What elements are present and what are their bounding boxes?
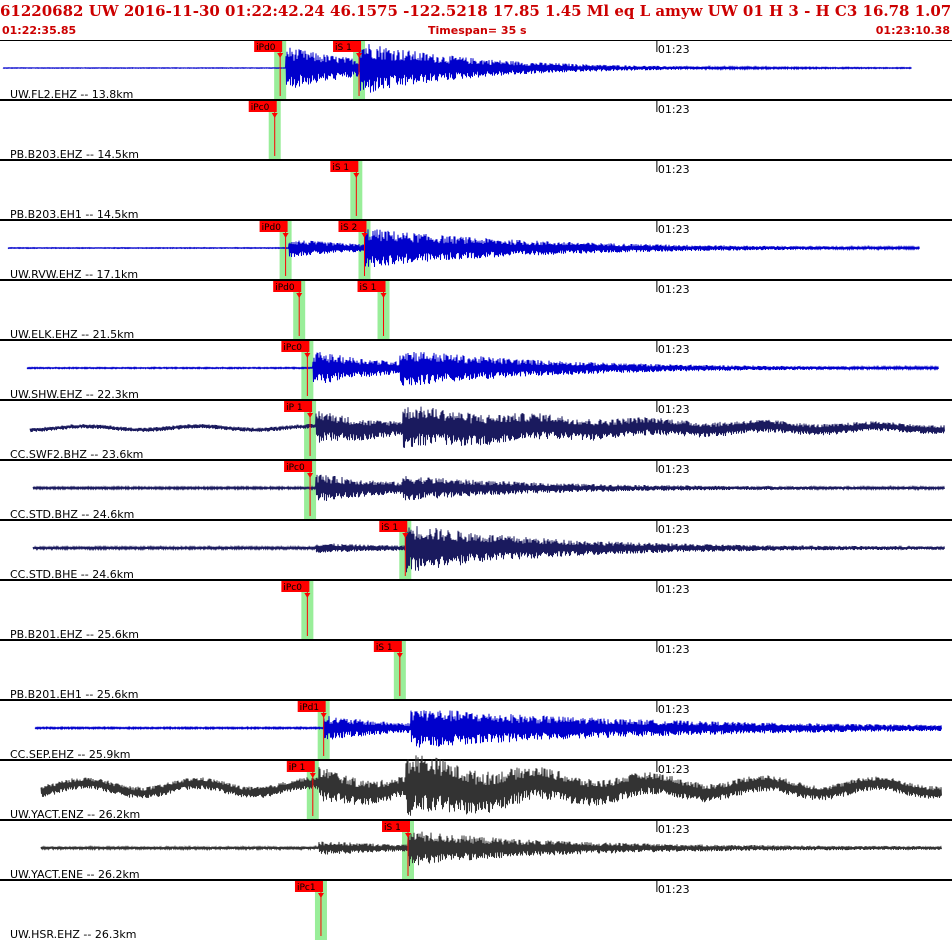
pick-label: iPc0 (251, 103, 270, 113)
station-row: 01:23iPc0CC.STD.BHZ -- 24.6km (0, 459, 952, 521)
pick-label: iPc1 (297, 883, 316, 893)
waveform-trace (26, 351, 939, 386)
waveform-trace (40, 831, 942, 867)
pick-label: iS 1 (384, 823, 401, 833)
time-tick-label: 01:23 (658, 703, 690, 716)
pick-label: iPd0 (262, 223, 282, 233)
time-tick-label: 01:23 (658, 763, 690, 776)
time-tick-label: 01:23 (658, 343, 690, 356)
pick-label: iS 1 (376, 643, 393, 653)
pick-label: iP 1 (289, 763, 306, 773)
waveform-trace (29, 406, 945, 448)
seismogram-panel: 01:23iPd0 iS 1UW.FL2.EHZ -- 13.8km01:23iP… (0, 40, 952, 940)
time-tick-label: 01:23 (658, 103, 690, 116)
pick-label: iS 1 (335, 43, 352, 53)
station-row: 01:23iPc0PB.B201.EHZ -- 25.6km (0, 579, 952, 641)
waveform-trace (7, 229, 920, 268)
station-label: UW.HSR.EHZ -- 26.3km (10, 928, 136, 940)
waveform-trace (32, 526, 945, 573)
start-time: 01:22:35.85 (2, 24, 77, 37)
station-row: 01:23iP 1CC.SWF2.BHZ -- 23.6km (0, 399, 952, 461)
station-row: 01:23iPd1CC.SEP.EHZ -- 25.9km (0, 699, 952, 761)
waveform-trace (32, 474, 945, 502)
station-row: 01:23iS 1CC.STD.BHE -- 24.6km (0, 519, 952, 581)
pick-label: iS 1 (360, 283, 377, 293)
end-time: 01:23:10.38 (875, 24, 950, 37)
pick-label: iPc0 (283, 583, 302, 593)
station-row: 01:23iS 1PB.B201.EH1 -- 25.6km (0, 639, 952, 701)
timespan: Timespan= 35 s (428, 24, 527, 37)
station-row: 01:23iS 1UW.YACT.ENE -- 26.2km (0, 819, 952, 881)
time-tick-label: 01:23 (658, 583, 690, 596)
station-row: 01:23iP 1UW.YACT.ENZ -- 26.2km (0, 755, 952, 821)
record-header: 61220682 UW 2016-11-30 01:22:42.24 46.15… (0, 0, 952, 40)
pick-label: iPd0 (275, 283, 295, 293)
pick-label: iPd1 (300, 703, 319, 713)
pick-label: iPd0 (256, 43, 276, 53)
time-tick-label: 01:23 (658, 823, 690, 836)
waveform-trace (2, 44, 912, 93)
pick-label: iS 1 (381, 523, 398, 533)
time-tick-label: 01:23 (658, 403, 690, 416)
station-row: 01:23iPc0PB.B203.EHZ -- 14.5km (0, 99, 952, 161)
pick-label: iPc0 (286, 463, 305, 473)
event-summary: 61220682 UW 2016-11-30 01:22:42.24 46.15… (0, 2, 952, 20)
time-tick-label: 01:23 (658, 43, 690, 56)
time-tick-label: 01:23 (658, 283, 690, 296)
time-tick-label: 01:23 (658, 523, 690, 536)
station-row: 01:23 iPc1 UW.HSR.EHZ -- 26.3km (0, 879, 952, 940)
time-tick-label: 01:23 (658, 163, 690, 176)
pick-label: iS 1 (332, 163, 349, 173)
station-row: 01:23iS 1PB.B203.EH1 -- 14.5km (0, 159, 952, 221)
station-row: 01:23iPd0 iS 2UW.RVW.EHZ -- 17.1km (0, 219, 952, 281)
station-row: 01:23iPd0 iS 1UW.FL2.EHZ -- 13.8km (0, 40, 952, 101)
waveform-trace (34, 710, 942, 748)
time-tick-label: 01:23 (658, 643, 690, 656)
pick-label: iPc0 (283, 343, 302, 353)
time-tick-label: 01:23 (658, 883, 690, 896)
waveform-trace (40, 755, 942, 816)
pick-label: iP 1 (286, 403, 303, 413)
time-range-bar: 01:22:35.85 Timespan= 35 s 01:23:10.38 (0, 24, 952, 40)
pick-label: iS 2 (340, 223, 357, 233)
station-row: 01:23iPd0 iS 1UW.ELK.EHZ -- 21.5km (0, 279, 952, 341)
time-tick-label: 01:23 (658, 463, 690, 476)
station-row: 01:23iPc0UW.SHW.EHZ -- 22.3km (0, 339, 952, 401)
time-tick-label: 01:23 (658, 223, 690, 236)
